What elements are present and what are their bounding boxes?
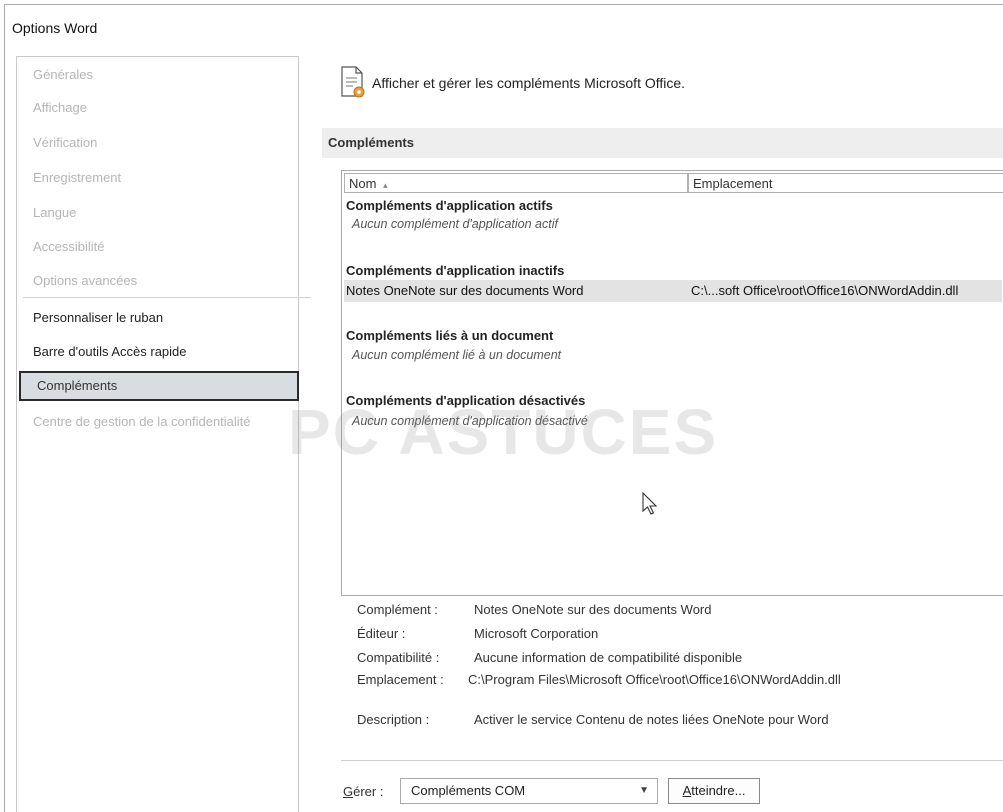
bottom-divider [341,760,1003,761]
detail-compat-label: Compatibilité : [357,650,440,665]
go-button-accel: A [682,783,692,798]
column-header-location[interactable]: Emplacement [688,173,1003,193]
sidebar-item-complements[interactable]: Compléments [19,371,299,401]
sidebar-item-langue[interactable]: Langue [17,198,298,228]
detail-addin-value: Notes OneNote sur des documents Word [474,602,712,617]
group-disabled-empty: Aucun complément d'application désactivé [352,414,588,428]
sidebar-divider [23,297,311,298]
sidebar-item-generales[interactable]: Générales [17,60,298,90]
column-name-label: Nom [349,176,377,191]
mouse-pointer-icon [642,492,658,515]
manage-dropdown[interactable]: Compléments COM ▼ [400,778,658,804]
sidebar-item-personnaliser-ruban[interactable]: Personnaliser le ruban [17,303,298,333]
manage-label-accel: G [343,784,354,799]
addin-icon [341,66,365,98]
addins-list: Nom ▴ Emplacement Compléments d'applicat… [341,170,1003,596]
detail-compat-value: Aucune information de compatibilité disp… [474,650,743,665]
window-title: Options Word [12,20,98,36]
sidebar: Générales Affichage Vérification Enregis… [16,56,311,812]
section-title: Compléments [322,128,1003,158]
go-button[interactable]: Atteindre... [668,778,760,804]
detail-addin-label: Complément : [357,602,438,617]
detail-location-value: C:\Program Files\Microsoft Office\root\O… [468,672,841,687]
group-document-title: Compléments liés à un document [346,328,554,343]
detail-description-label: Description : [357,712,430,727]
group-inactive-title: Compléments d'application inactifs [346,263,565,278]
group-disabled-title: Compléments d'application désactivés [346,393,586,408]
detail-location-label: Emplacement : [357,672,444,687]
sidebar-item-centre-confidentialite[interactable]: Centre de gestion de la confidentialité [17,407,298,437]
sidebar-item-options-avancees[interactable]: Options avancées [17,266,298,296]
column-header-name[interactable]: Nom ▴ [344,173,688,193]
group-document-empty: Aucun complément lié à un document [352,348,562,362]
group-active-empty: Aucun complément d'application actif [352,217,558,231]
manage-dropdown-value: Compléments COM [411,783,526,798]
manage-label: Gérer : [343,784,383,799]
page-header: Afficher et gérer les compléments Micros… [372,75,686,91]
sidebar-item-affichage[interactable]: Affichage [17,93,298,123]
detail-publisher-value: Microsoft Corporation [474,626,599,641]
sidebar-item-enregistrement[interactable]: Enregistrement [17,163,298,193]
addin-row-name[interactable]: Notes OneNote sur des documents Word [346,283,584,298]
detail-description-value: Activer le service Contenu de notes liée… [474,712,829,727]
sidebar-item-barre-acces-rapide[interactable]: Barre d'outils Accès rapide [17,337,298,367]
manage-label-text: érer : [353,784,384,799]
go-button-label: tteindre... [691,783,746,798]
dropdown-arrow-icon: ▼ [639,785,649,796]
sidebar-item-verification[interactable]: Vérification [17,128,298,158]
group-active-title: Compléments d'application actifs [346,198,553,213]
addin-row-location[interactable]: C:\...soft Office\root\Office16\ONWordAd… [691,283,958,298]
detail-publisher-label: Éditeur : [357,626,406,641]
sidebar-item-accessibilite[interactable]: Accessibilité [17,232,298,262]
sort-ascending-icon: ▴ [383,180,388,190]
